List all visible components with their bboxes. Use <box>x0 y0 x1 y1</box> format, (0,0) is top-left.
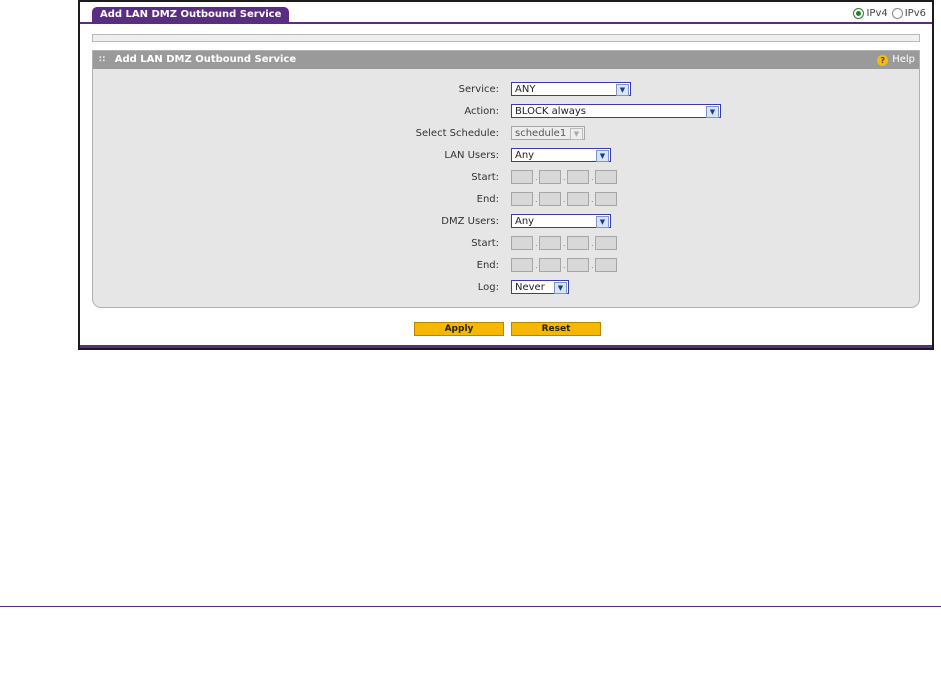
ip-octet-input[interactable] <box>567 170 589 184</box>
ip-octet-input[interactable] <box>511 236 533 250</box>
ip-dot: . <box>563 194 566 204</box>
dmz-start-ip: . . . <box>511 236 619 250</box>
ip-dot: . <box>535 260 538 270</box>
panel-header: ∷ Add LAN DMZ Outbound Service ? Help <box>93 51 919 69</box>
ipv4-radio[interactable] <box>853 8 865 19</box>
ip-octet-input[interactable] <box>539 192 561 206</box>
lan-start-label: Start: <box>471 171 499 183</box>
ip-version-toggle: IPv4 IPv6 <box>853 8 926 19</box>
schedule-row: Select Schedule: schedule1 ▼ <box>93 125 919 141</box>
frame-bottom-accent <box>80 345 932 348</box>
ip-octet-input[interactable] <box>567 236 589 250</box>
main-frame: Add LAN DMZ Outbound Service IPv4 IPv6 ∷… <box>78 0 934 350</box>
ip-dot: . <box>535 194 538 204</box>
ip-dot: . <box>563 260 566 270</box>
service-label: Service: <box>458 83 499 95</box>
lan-start-ip: . . . <box>511 170 619 184</box>
service-row: Service: ANY ▼ <box>93 81 919 97</box>
panel-title: Add LAN DMZ Outbound Service <box>114 54 297 65</box>
ip-dot: . <box>591 238 594 248</box>
lan-users-row: LAN Users: Any ▼ <box>93 147 919 163</box>
ip-octet-input[interactable] <box>595 258 617 272</box>
schedule-value: schedule1 <box>515 128 567 139</box>
ip-octet-input[interactable] <box>539 170 561 184</box>
lan-users-select[interactable]: Any ▼ <box>511 148 611 162</box>
action-row: Action: BLOCK always ▼ <box>93 103 919 119</box>
schedule-select[interactable]: schedule1 ▼ <box>511 126 585 140</box>
log-label: Log: <box>477 281 499 293</box>
chevron-down-icon: ▼ <box>706 106 719 118</box>
dmz-end-label: End: <box>476 259 499 271</box>
service-select[interactable]: ANY ▼ <box>511 82 631 96</box>
ipv4-label: IPv4 <box>866 8 888 19</box>
status-bar <box>92 34 920 42</box>
chevron-down-icon: ▼ <box>570 128 583 140</box>
ip-octet-input[interactable] <box>595 236 617 250</box>
page-divider <box>0 606 941 607</box>
apply-button[interactable]: Apply <box>414 322 504 336</box>
action-label: Action: <box>464 105 499 117</box>
tab-add-lan-dmz-outbound-service[interactable]: Add LAN DMZ Outbound Service <box>92 7 290 23</box>
lan-end-label: End: <box>476 193 499 205</box>
help-label: Help <box>892 54 915 65</box>
grip-icon: ∷ <box>99 55 106 65</box>
reset-button[interactable]: Reset <box>511 322 601 336</box>
ip-dot: . <box>535 238 538 248</box>
ip-dot: . <box>563 238 566 248</box>
dmz-users-row: DMZ Users: Any ▼ <box>93 213 919 229</box>
ipv6-radio[interactable] <box>891 8 903 19</box>
lan-end-row: End: . . . <box>93 191 919 207</box>
help-icon: ? <box>877 54 889 66</box>
chevron-down-icon: ▼ <box>596 216 609 228</box>
log-select[interactable]: Never ▼ <box>511 280 569 294</box>
ip-octet-input[interactable] <box>595 170 617 184</box>
chevron-down-icon: ▼ <box>554 282 567 294</box>
dmz-end-row: End: . . . <box>93 257 919 273</box>
dmz-users-label: DMZ Users: <box>441 215 499 227</box>
lan-users-value: Any <box>515 150 535 161</box>
tab-underline <box>80 22 932 24</box>
ip-dot: . <box>591 194 594 204</box>
dmz-users-select[interactable]: Any ▼ <box>511 214 611 228</box>
ip-octet-input[interactable] <box>567 192 589 206</box>
ip-octet-input[interactable] <box>511 170 533 184</box>
schedule-label: Select Schedule: <box>415 127 499 139</box>
ip-dot: . <box>591 172 594 182</box>
ip-dot: . <box>591 260 594 270</box>
service-panel: ∷ Add LAN DMZ Outbound Service ? Help Se… <box>92 50 920 308</box>
dmz-start-row: Start: . . . <box>93 235 919 251</box>
lan-end-ip: . . . <box>511 192 619 206</box>
ip-octet-input[interactable] <box>539 258 561 272</box>
ip-octet-input[interactable] <box>511 258 533 272</box>
service-value: ANY <box>515 84 536 95</box>
ip-octet-input[interactable] <box>567 258 589 272</box>
chevron-down-icon: ▼ <box>616 84 629 96</box>
dmz-users-value: Any <box>515 216 535 227</box>
log-value: Never <box>515 282 545 293</box>
ip-octet-input[interactable] <box>511 192 533 206</box>
ip-dot: . <box>535 172 538 182</box>
ip-dot: . <box>563 172 566 182</box>
action-value: BLOCK always <box>515 106 587 117</box>
ip-octet-input[interactable] <box>539 236 561 250</box>
lan-users-label: LAN Users: <box>444 149 499 161</box>
dmz-start-label: Start: <box>471 237 499 249</box>
action-select[interactable]: BLOCK always ▼ <box>511 104 721 118</box>
lan-start-row: Start: . . . <box>93 169 919 185</box>
help-link[interactable]: ? Help <box>877 51 915 69</box>
dmz-end-ip: . . . <box>511 258 619 272</box>
log-row: Log: Never ▼ <box>93 279 919 295</box>
ipv6-label: IPv6 <box>904 8 926 19</box>
chevron-down-icon: ▼ <box>596 150 609 162</box>
ip-octet-input[interactable] <box>595 192 617 206</box>
